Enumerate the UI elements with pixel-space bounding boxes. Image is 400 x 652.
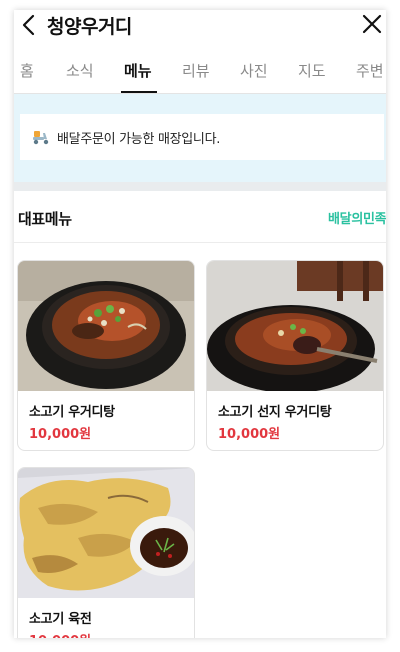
tab-news[interactable]: 소식 [66,60,94,81]
divider [14,242,386,243]
menu-item-price: 10,000원 [218,427,281,442]
tab-home[interactable]: 홈 [20,60,34,81]
stew-bowl-photo [18,261,194,391]
page-title: 청양우거디 [47,16,132,38]
tab-reviews[interactable]: 리뷰 [182,60,210,81]
phone-frame: 청양우거디 홈 소식 메뉴 리뷰 사진 지도 주변 배달주문이 가능한 매장입니… [14,10,386,638]
app-header: 청양우거디 [14,10,386,40]
section-title: 대표메뉴 [18,210,72,228]
tab-map[interactable]: 지도 [298,60,326,81]
baemin-link[interactable]: 배달의민족 [328,208,386,227]
chevron-left-icon[interactable] [18,12,42,38]
menu-item-price: 10,000원 [29,427,92,442]
stew-bowl-photo [207,261,383,391]
close-icon[interactable] [360,12,384,36]
tab-photos[interactable]: 사진 [240,60,268,81]
tab-menu[interactable]: 메뉴 [124,60,152,81]
section-separator [14,182,386,191]
menu-card[interactable]: 소고기 선지 우거디탕 10,000원 [206,260,384,451]
tab-nearby[interactable]: 주변 [356,60,384,81]
notice-text: 배달주문이 가능한 매장입니다. [57,132,221,147]
active-tab-indicator [121,91,157,93]
menu-item-name: 소고기 선지 우거디탕 [218,405,332,420]
delivery-scooter-icon [33,131,49,145]
menu-item-name: 소고기 우거디탕 [29,405,115,420]
menu-card[interactable]: 소고기 육전 10,000원 [17,467,195,638]
menu-card[interactable]: 소고기 우거디탕 10,000원 [17,260,195,451]
menu-item-price: 10,000원 [29,630,91,638]
tab-bar: 홈 소식 메뉴 리뷰 사진 지도 주변 [14,54,386,94]
menu-item-name: 소고기 육전 [29,612,92,627]
beef-jeon-photo [18,468,194,598]
